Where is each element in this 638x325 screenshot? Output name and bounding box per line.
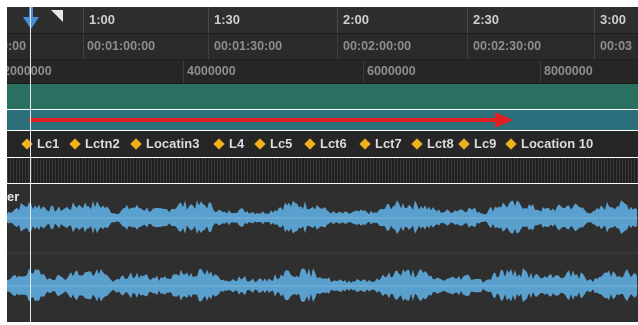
- timecode-label: 00:03: [600, 39, 632, 53]
- location-marker[interactable]: Lct8: [411, 136, 454, 151]
- location-marker[interactable]: Lc5: [254, 136, 293, 151]
- timecode-label: 0:00: [7, 39, 27, 53]
- diamond-icon: [304, 137, 316, 150]
- location-label: Locatin3: [146, 136, 200, 151]
- ruler-label: 1:00: [89, 12, 116, 27]
- location-marker[interactable]: Lct7: [359, 136, 402, 151]
- location-label: Lct7: [375, 136, 402, 151]
- location-label: Lct6: [320, 136, 347, 151]
- ruler-label: 2:00: [343, 12, 370, 27]
- ruler-label: 3:00: [600, 12, 627, 27]
- marker-lane-green[interactable]: [7, 84, 638, 109]
- location-marker[interactable]: Lctn2: [69, 136, 120, 151]
- timecode-label: 00:01:30:00: [214, 39, 283, 53]
- diamond-icon: [130, 137, 142, 150]
- location-label: L4: [229, 136, 245, 151]
- location-label: Lctn2: [85, 136, 120, 151]
- location-label: Location 10: [521, 136, 594, 151]
- location-markers-lane[interactable]: Lc1 Lctn2 Locatin3 L4 Lc5 Lct6 Lct7 Lct8…: [7, 131, 638, 157]
- timeline-window: 1:00 1:30 2:00 2:30 3:00 0:00 00:01:00:0…: [0, 0, 638, 325]
- ruler-timecode[interactable]: 0:00 00:01:00:00 00:01:30:00 00:02:00:00…: [7, 34, 638, 60]
- samples-label: 8000000: [544, 64, 593, 78]
- diamond-icon: [254, 137, 266, 150]
- location-marker[interactable]: Lc1: [21, 136, 60, 151]
- location-label: Lct8: [427, 136, 454, 151]
- diamond-icon: [69, 137, 81, 150]
- diamond-icon: [458, 137, 470, 150]
- playhead-line[interactable]: [30, 7, 31, 322]
- samples-label: 4000000: [187, 64, 236, 78]
- samples-label: 6000000: [367, 64, 416, 78]
- ruler-minutes[interactable]: 1:00 1:30 2:00 2:30 3:00: [7, 7, 638, 34]
- diamond-icon: [213, 137, 225, 150]
- beat-grid-lane[interactable]: [7, 158, 638, 183]
- loop-range-lane[interactable]: [7, 110, 638, 130]
- diamond-icon: [411, 137, 423, 150]
- timecode-label: 00:02:30:00: [473, 39, 542, 53]
- location-marker[interactable]: Locatin3: [130, 136, 200, 151]
- waveform: [7, 200, 638, 303]
- location-marker[interactable]: Lct6: [304, 136, 347, 151]
- ruler-samples[interactable]: 2000000 4000000 6000000 8000000: [7, 60, 638, 84]
- diamond-icon: [505, 137, 517, 150]
- timecode-label: 00:01:00:00: [87, 39, 156, 53]
- flag-icon[interactable]: [51, 10, 65, 28]
- ruler-label: 2:30: [473, 12, 500, 27]
- location-label: Lc5: [270, 136, 293, 151]
- diamond-icon: [359, 137, 371, 150]
- location-marker[interactable]: L4: [213, 136, 245, 151]
- playhead-down-arrow-icon[interactable]: [21, 7, 41, 31]
- location-marker[interactable]: Location 10: [505, 136, 594, 151]
- location-marker[interactable]: Lc9: [458, 136, 497, 151]
- right-arrow-icon: [29, 112, 513, 128]
- audio-region[interactable]: er: [7, 184, 638, 322]
- location-label: Lc1: [37, 136, 60, 151]
- location-label: Lc9: [474, 136, 497, 151]
- timecode-label: 00:02:00:00: [343, 39, 412, 53]
- ruler-label: 1:30: [214, 12, 241, 27]
